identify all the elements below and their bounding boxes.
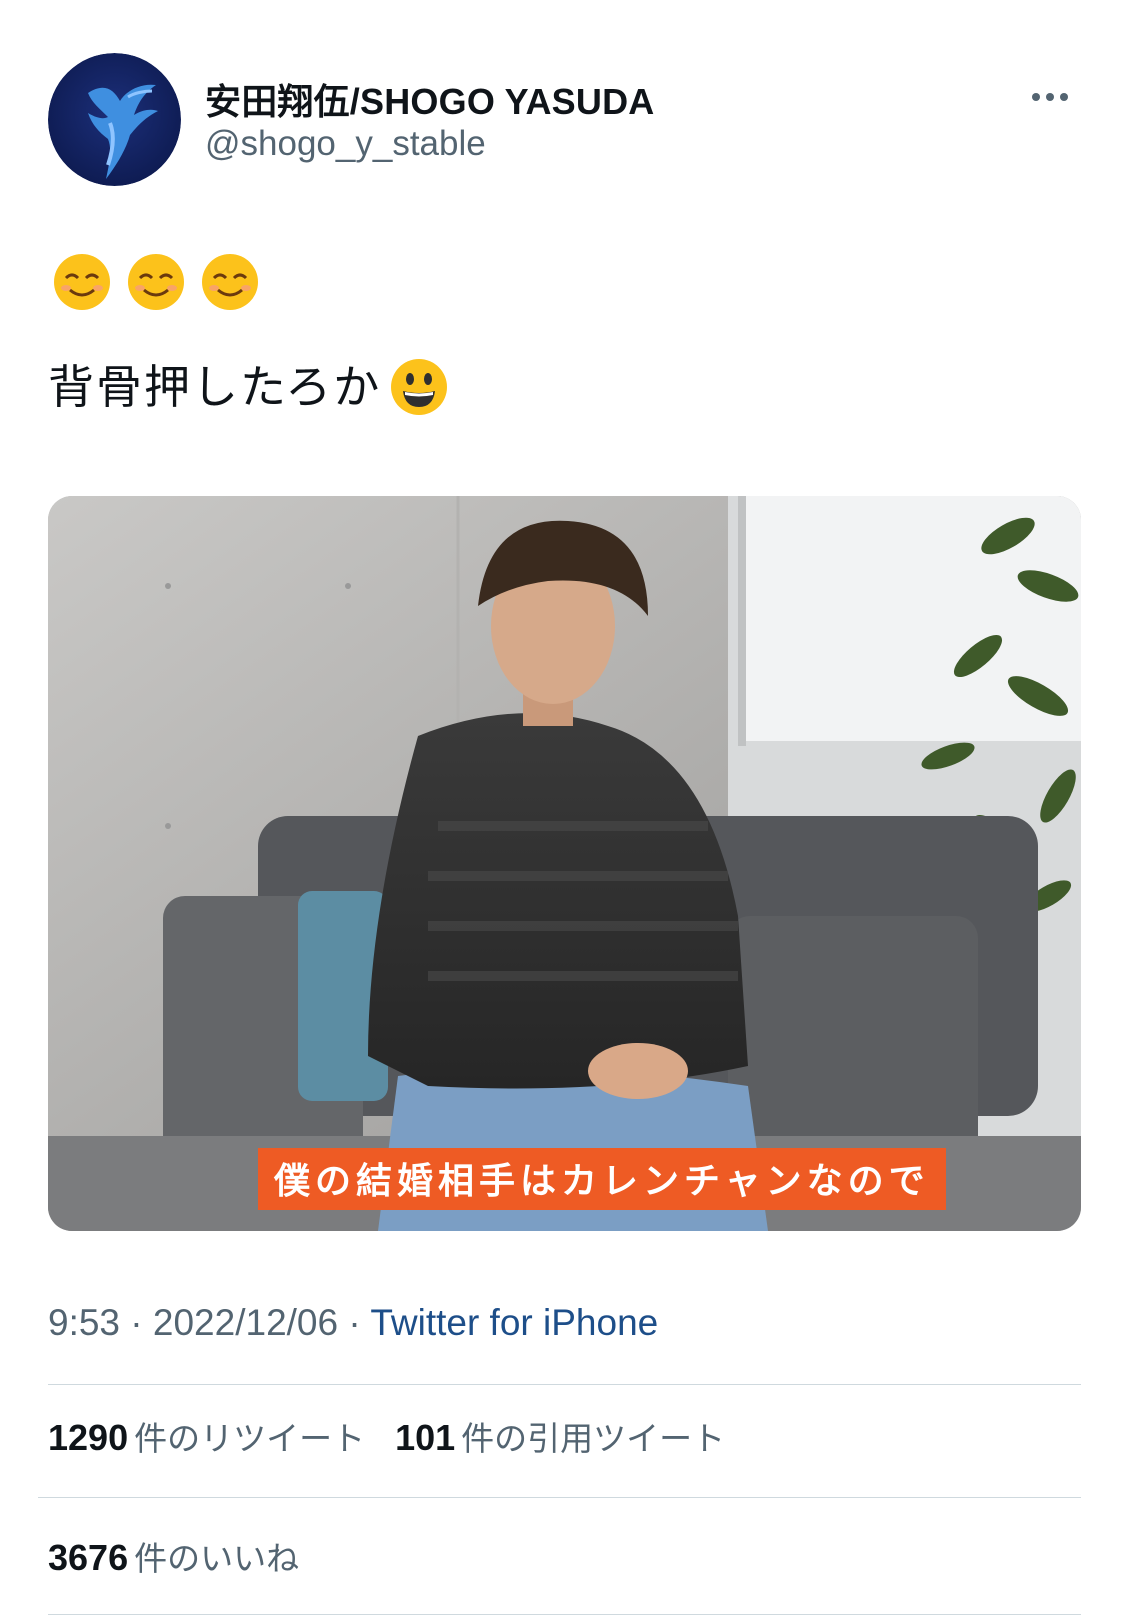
quote-tweets-stat[interactable]: 101 件の引用ツイート bbox=[395, 1412, 725, 1460]
tweet-meta: 9:53 · 2022/12/06 · Twitter for iPhone bbox=[48, 1302, 658, 1344]
tweet-likes-row: 3676 件のいいね bbox=[48, 1532, 299, 1580]
tweet-date: 2022/12/06 bbox=[152, 1302, 339, 1343]
tweet-emoji-line bbox=[52, 252, 260, 312]
divider bbox=[48, 1384, 1081, 1385]
quote-tweets-label: 件の引用ツイート bbox=[461, 1419, 726, 1458]
likes-count: 3676 bbox=[48, 1537, 129, 1578]
more-dot-icon bbox=[1060, 93, 1068, 101]
divider bbox=[38, 1497, 1081, 1498]
tweet-time: 9:53 bbox=[48, 1302, 121, 1343]
smiling-face-emoji-icon bbox=[202, 254, 258, 310]
quote-tweets-count: 101 bbox=[395, 1417, 456, 1458]
meta-separator: · bbox=[120, 1302, 153, 1343]
more-options-button[interactable] bbox=[1020, 80, 1080, 114]
divider bbox=[48, 1614, 1081, 1615]
author-display-name[interactable]: 安田翔伍/SHOGO YASUDA bbox=[205, 73, 654, 125]
pegasus-logo-icon bbox=[48, 53, 181, 186]
more-dot-icon bbox=[1032, 93, 1040, 101]
tweet-detail-page: 安田翔伍/SHOGO YASUDA @shogo_y_stable 背骨押したろ… bbox=[0, 0, 1125, 1623]
tweet-text: 背骨押したろか bbox=[48, 357, 449, 417]
avatar[interactable] bbox=[48, 53, 181, 186]
retweets-count: 1290 bbox=[48, 1417, 129, 1458]
likes-stat[interactable]: 3676 件のいいね bbox=[48, 1532, 299, 1580]
video-caption: 僕の結婚相手はカレンチャンなので bbox=[258, 1148, 946, 1210]
tweet-stats-row: 1290 件のリツイート 101 件の引用ツイート bbox=[48, 1412, 725, 1460]
meta-separator: · bbox=[338, 1302, 371, 1343]
tweet-source-link[interactable]: Twitter for iPhone bbox=[370, 1302, 658, 1343]
tweet-media-image[interactable]: 僕の結婚相手はカレンチャンなので bbox=[48, 496, 1081, 1231]
video-frame-image bbox=[48, 496, 1081, 1231]
retweets-stat[interactable]: 1290 件のリツイート bbox=[48, 1412, 365, 1460]
more-dot-icon bbox=[1046, 93, 1054, 101]
tweet-text-body: 背骨押したろか bbox=[48, 360, 382, 414]
likes-label: 件のいいね bbox=[134, 1539, 300, 1578]
author-handle[interactable]: @shogo_y_stable bbox=[205, 124, 486, 164]
smiling-face-emoji-icon bbox=[128, 254, 184, 310]
grinning-face-emoji-icon bbox=[391, 359, 448, 415]
retweets-label: 件のリツイート bbox=[134, 1419, 366, 1458]
smiling-face-emoji-icon bbox=[54, 254, 110, 310]
